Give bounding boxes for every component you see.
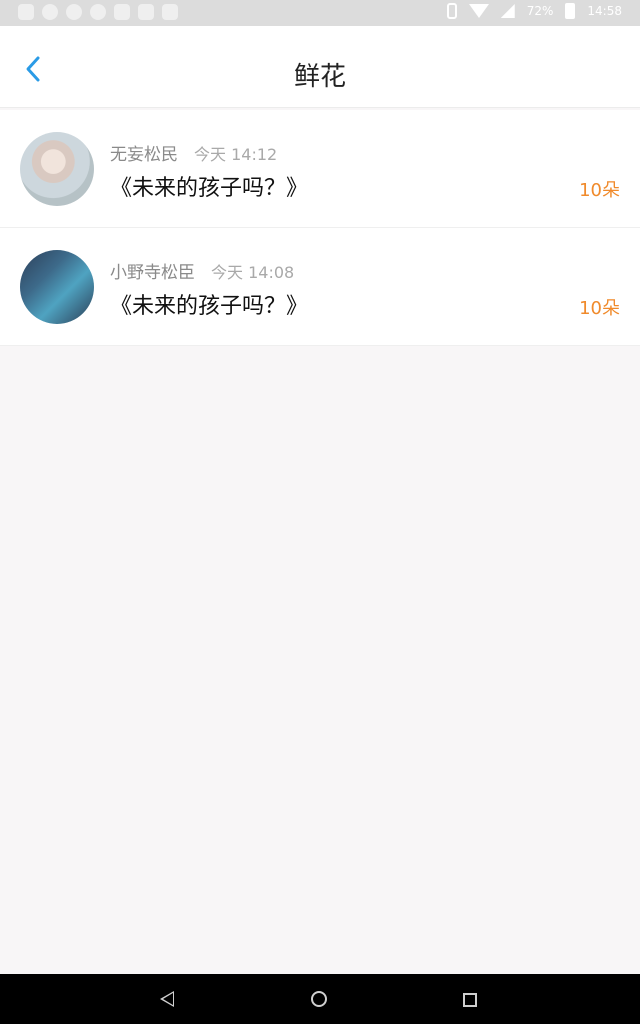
user-name: 无妄松民 — [110, 145, 178, 165]
status-left-icons — [18, 4, 178, 20]
notification-icon — [66, 4, 82, 20]
avatar[interactable] — [20, 250, 94, 324]
post-time: 今天 14:12 — [194, 145, 278, 164]
vibrate-icon — [446, 3, 457, 19]
flower-list: 无妄松民 今天 14:12 《未来的孩子吗？》 10朵 小野寺松臣 今天 14:… — [0, 110, 640, 346]
list-item[interactable]: 无妄松民 今天 14:12 《未来的孩子吗？》 10朵 — [0, 110, 640, 228]
meta-line: 无妄松民 今天 14:12 — [110, 140, 277, 165]
page-title: 鲜花 — [293, 62, 346, 92]
wechat-icon — [18, 4, 34, 20]
battery-icon — [565, 3, 576, 19]
notification-icon — [90, 4, 106, 20]
signal-icon — [500, 4, 515, 18]
wifi-icon — [468, 4, 489, 18]
navigation-bar — [0, 974, 640, 1024]
app-icon — [162, 4, 178, 20]
meta-line: 小野寺松臣 今天 14:08 — [110, 258, 294, 283]
user-name: 小野寺松臣 — [110, 263, 195, 283]
download-icon — [114, 4, 130, 20]
post-time: 今天 14:08 — [211, 263, 295, 282]
nav-recent-apps-icon[interactable] — [463, 993, 477, 1007]
nav-home-icon[interactable] — [311, 991, 327, 1007]
avatar[interactable] — [20, 132, 94, 206]
status-right-icons: 72% 14:58 — [446, 3, 622, 19]
status-bar: 72% 14:58 — [0, 0, 640, 26]
image-icon — [138, 4, 154, 20]
notification-icon — [42, 4, 58, 20]
post-title: 《未来的孩子吗？》 — [110, 176, 309, 201]
battery-percent: 72% — [526, 4, 554, 18]
status-time: 14:58 — [587, 4, 622, 18]
flower-count: 10朵 — [579, 298, 620, 319]
list-item[interactable]: 小野寺松臣 今天 14:08 《未来的孩子吗？》 10朵 — [0, 228, 640, 346]
header: 鲜花 — [0, 26, 640, 108]
post-title: 《未来的孩子吗？》 — [110, 294, 309, 319]
nav-back-icon[interactable] — [160, 991, 174, 1007]
flower-count: 10朵 — [579, 180, 620, 201]
